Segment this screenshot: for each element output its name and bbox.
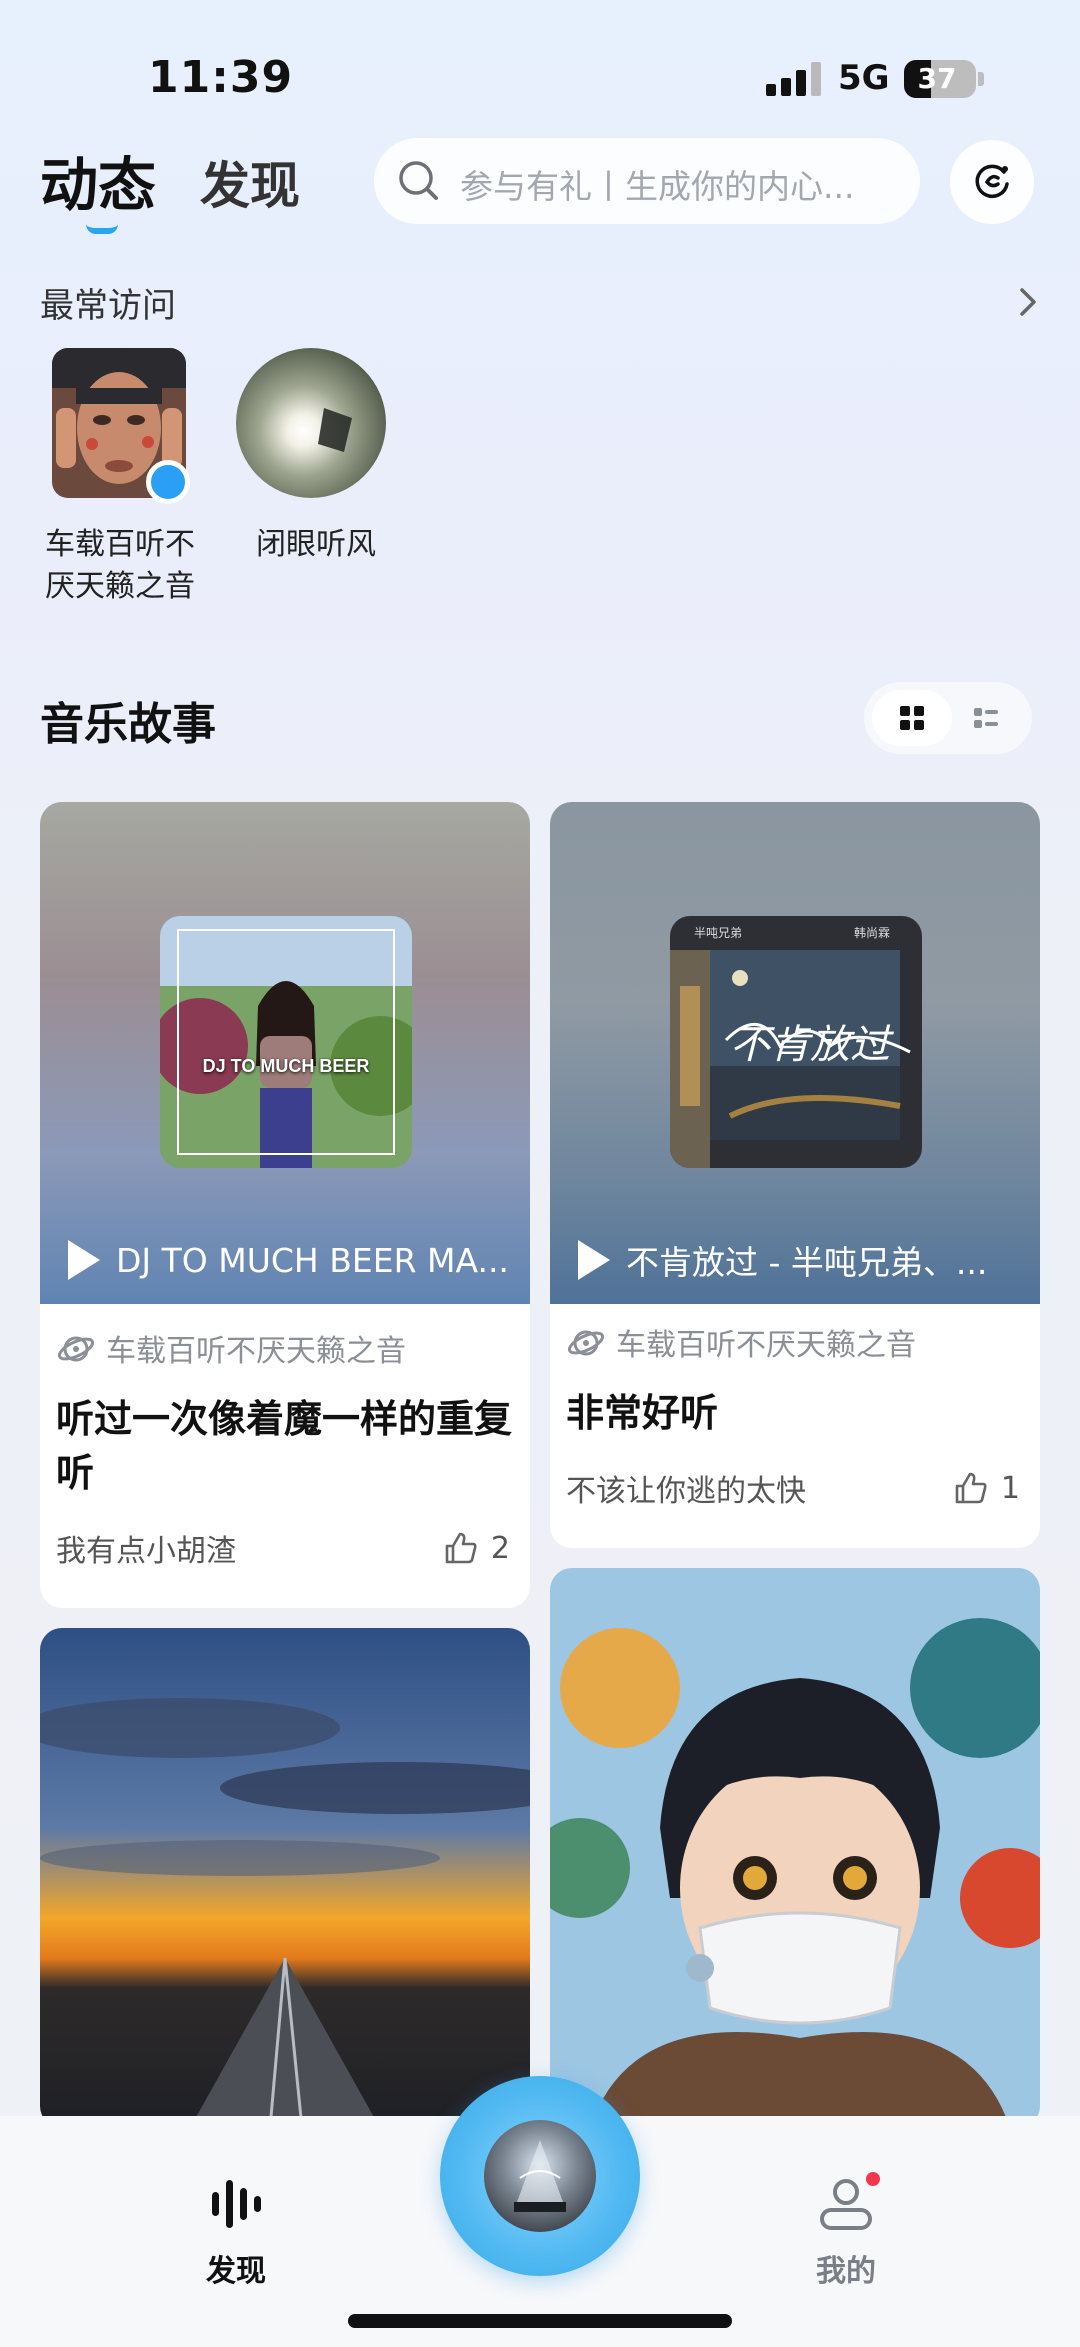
author-name: 车载百听不厌天籁之音 bbox=[616, 1328, 916, 1363]
like-count: 1 bbox=[1000, 1470, 1020, 1506]
list-view-button[interactable] bbox=[946, 690, 1026, 746]
now-playing-cover bbox=[484, 2120, 596, 2232]
music-story-title: 音乐故事 bbox=[40, 699, 216, 750]
now-playing-disc[interactable] bbox=[440, 2076, 640, 2276]
album-art-text: 不肯放过 bbox=[730, 1022, 890, 1068]
story-card[interactable]: DJ TO MUCH BEER DJ TO MUCH BEER MA... 车载… bbox=[40, 802, 530, 1608]
home-indicator bbox=[348, 2314, 732, 2328]
tab-active-indicator bbox=[86, 224, 118, 234]
play-song-row[interactable]: 不肯放过 - 半吨兄弟、... bbox=[578, 1234, 1038, 1286]
frequent-item-name-line1: 车载百听不 bbox=[45, 527, 195, 562]
music-recognition-button[interactable] bbox=[950, 140, 1034, 224]
grid-view-button[interactable] bbox=[872, 690, 952, 746]
album-art: DJ TO MUCH BEER bbox=[160, 916, 412, 1168]
nav-discover-label: 发现 bbox=[206, 2254, 266, 2289]
status-time: 11:39 bbox=[148, 52, 294, 103]
like-button[interactable]: 1 bbox=[953, 1470, 1020, 1506]
like-button[interactable]: 2 bbox=[443, 1530, 510, 1566]
grid-view-icon bbox=[900, 706, 924, 730]
frequent-item[interactable]: 闭眼听风 bbox=[236, 348, 396, 566]
song-title: 不肯放过 - 半吨兄弟、... bbox=[626, 1243, 988, 1282]
tab-dynamic[interactable]: 动态 bbox=[40, 138, 156, 222]
battery-icon: 37 bbox=[904, 60, 976, 98]
frequent-item-name-line2: 厌天籁之音 bbox=[45, 569, 195, 604]
notification-badge bbox=[866, 2172, 880, 2186]
search-bar[interactable]: 参与有礼丨生成你的内心... bbox=[374, 138, 920, 224]
nav-discover[interactable]: 发现 bbox=[156, 2176, 316, 2290]
thumbs-up-icon bbox=[955, 1472, 987, 1504]
story-cover[interactable]: 半吨兄弟 韩尚霖 不肯放过 不肯放过 - 半吨兄弟、... bbox=[550, 802, 1040, 1304]
album-art: 半吨兄弟 韩尚霖 不肯放过 bbox=[670, 916, 922, 1168]
play-icon bbox=[578, 1240, 610, 1280]
search-icon bbox=[399, 161, 438, 200]
album-art-text: DJ TO MUCH BEER bbox=[202, 1056, 370, 1076]
song-title: DJ TO MUCH BEER MA... bbox=[116, 1240, 509, 1280]
story-headline: 听过一次像着魔一样的重复听 bbox=[56, 1397, 513, 1495]
author-row[interactable]: 车载百听不厌天籁之音 bbox=[566, 1320, 1024, 1364]
soundwave-icon bbox=[212, 2180, 261, 2228]
view-toggle bbox=[864, 682, 1032, 754]
author-name: 车载百听不厌天籁之音 bbox=[106, 1334, 406, 1369]
refresh-music-icon bbox=[975, 164, 1009, 199]
frequent-visits-title: 最常访问 bbox=[40, 286, 176, 326]
nav-mine[interactable]: 我的 bbox=[766, 2176, 926, 2290]
story-card[interactable] bbox=[40, 1628, 530, 2128]
author-row[interactable]: 车载百听不厌天籁之音 bbox=[56, 1326, 514, 1370]
play-icon bbox=[68, 1240, 100, 1280]
story-cover-image bbox=[550, 1568, 1040, 2128]
story-cover[interactable]: DJ TO MUCH BEER DJ TO MUCH BEER MA... bbox=[40, 802, 530, 1304]
planet-icon bbox=[567, 1330, 605, 1356]
search-placeholder: 参与有礼丨生成你的内心... bbox=[460, 167, 855, 206]
battery-cap bbox=[978, 72, 984, 86]
network-type: 5G bbox=[838, 58, 890, 98]
nav-mine-label: 我的 bbox=[816, 2254, 876, 2289]
avatar bbox=[236, 348, 386, 498]
online-status-dot bbox=[146, 460, 190, 504]
chevron-right-icon[interactable] bbox=[1008, 282, 1048, 322]
story-cover-image bbox=[40, 1628, 530, 2128]
story-user[interactable]: 不该让你逃的太快 bbox=[566, 1466, 806, 1510]
story-headline: 非常好听 bbox=[566, 1391, 719, 1435]
profile-icon bbox=[820, 2179, 872, 2230]
status-bar: 11:39 5G 37 bbox=[0, 0, 1080, 140]
album-small-right: 韩尚霖 bbox=[854, 926, 891, 940]
thumbs-up-icon bbox=[445, 1532, 477, 1564]
story-card[interactable]: 半吨兄弟 韩尚霖 不肯放过 不肯放过 - 半吨兄弟、... 车载百听不厌天籁之音… bbox=[550, 802, 1040, 1548]
story-user[interactable]: 我有点小胡渣 bbox=[56, 1526, 236, 1570]
tab-discover[interactable]: 发现 bbox=[200, 146, 300, 218]
story-card[interactable] bbox=[550, 1568, 1040, 2128]
album-small-left: 半吨兄弟 bbox=[694, 926, 743, 940]
cellular-signal-icon bbox=[766, 62, 822, 96]
battery-level: 37 bbox=[917, 62, 957, 95]
play-song-row[interactable]: DJ TO MUCH BEER MA... bbox=[68, 1234, 528, 1286]
frequent-item-name: 闭眼听风 bbox=[256, 527, 376, 562]
frequent-item-name: 车载百听不 厌天籁之音 bbox=[40, 524, 200, 608]
planet-icon bbox=[57, 1336, 95, 1362]
list-view-icon bbox=[974, 708, 998, 728]
like-count: 2 bbox=[490, 1530, 510, 1566]
